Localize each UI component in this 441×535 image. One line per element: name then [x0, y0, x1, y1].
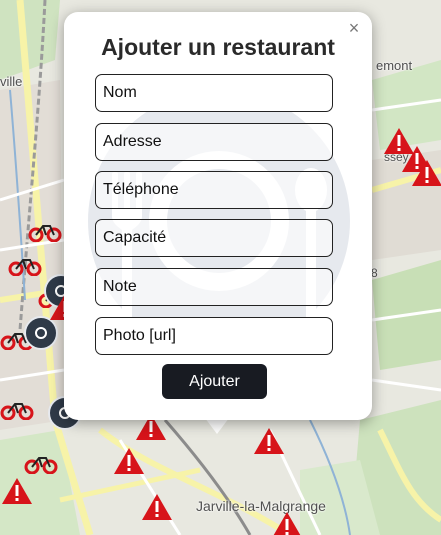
bicycle-icon[interactable] — [28, 222, 62, 242]
bicycle-icon[interactable] — [24, 454, 58, 474]
capacity-input[interactable] — [95, 219, 333, 257]
map-label-ville: ville — [0, 74, 23, 89]
map-label-emont: emont — [376, 58, 413, 73]
phone-input[interactable] — [95, 171, 333, 209]
warning-triangle-icon[interactable] — [140, 492, 174, 522]
popup-title: Ajouter un restaurant — [101, 34, 335, 60]
rating-input[interactable] — [95, 268, 333, 306]
warning-triangle-icon[interactable] — [0, 476, 34, 506]
warning-triangle-icon[interactable] — [112, 446, 146, 476]
popup-tip — [205, 418, 229, 434]
address-input[interactable] — [95, 123, 333, 161]
name-input[interactable] — [95, 74, 333, 112]
photo-url-input[interactable] — [95, 317, 333, 355]
add-button[interactable]: Ajouter — [162, 364, 267, 399]
add-restaurant-popup: × Ajouter un restaurant Ajouter — [64, 12, 372, 420]
bicycle-icon[interactable] — [8, 256, 42, 276]
warning-triangle-icon[interactable] — [410, 158, 441, 188]
warning-triangle-icon[interactable] — [270, 510, 304, 535]
map-label-road-number: 8 — [371, 266, 378, 280]
warning-triangle-icon[interactable] — [252, 426, 286, 456]
bicycle-icon[interactable] — [0, 400, 34, 420]
map-label-jarville: Jarville-la-Malgrange — [196, 498, 326, 514]
